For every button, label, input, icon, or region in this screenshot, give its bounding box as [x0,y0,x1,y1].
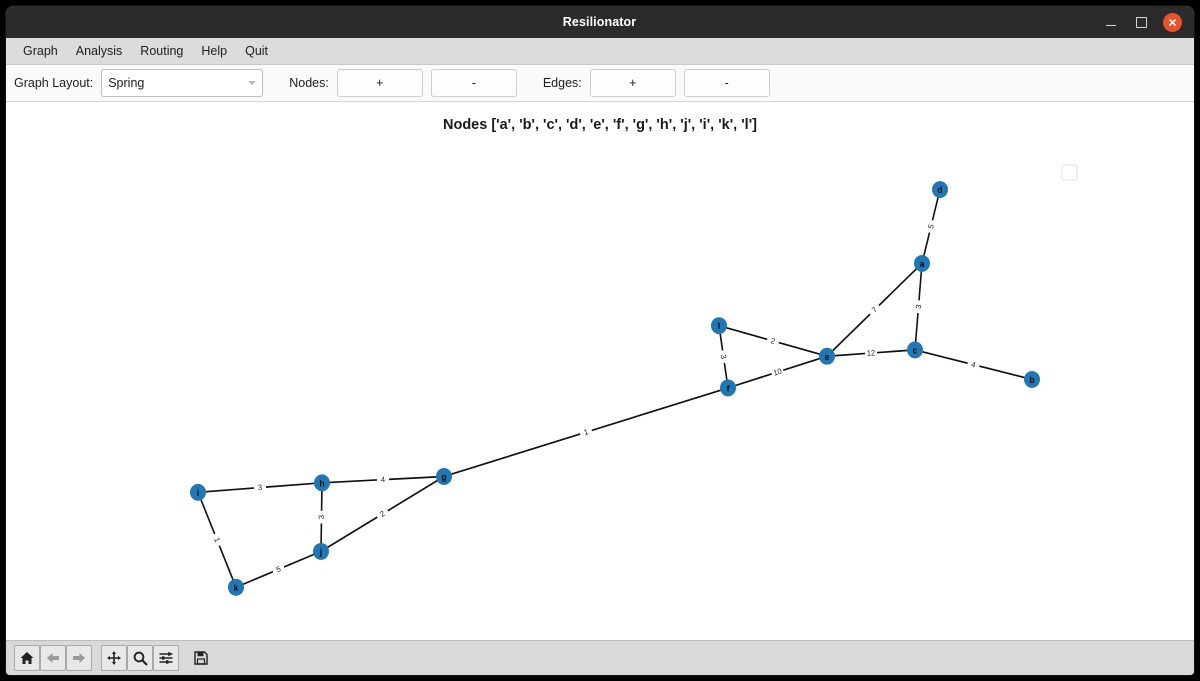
edge-label-group: 4 [376,473,390,486]
edge-label-group: 2 [765,333,781,349]
edge-weight-label: 3 [914,304,923,309]
back-arrow-icon[interactable] [40,645,66,671]
maximize-icon[interactable] [1133,14,1149,30]
configure-subplots-icon[interactable] [153,645,179,671]
node-label: g [441,472,446,482]
node-label: j [319,547,322,557]
graph-layout-value: Spring [108,76,145,90]
application-window: Resilionator Graph Analysis Routing Help… [6,6,1194,675]
edge-label-group: 3 [912,299,925,314]
window-title: Resilionator [562,15,637,29]
node-label: e [825,352,830,362]
graph-node[interactable]: j [313,542,329,560]
node-label: d [937,185,942,195]
menu-item-graph[interactable]: Graph [14,41,67,61]
graph-node[interactable]: f [720,379,736,397]
close-icon[interactable] [1163,12,1182,32]
menu-item-analysis[interactable]: Analysis [67,41,132,61]
edge-layer [197,188,1033,589]
edge-label-group: 2 [374,505,391,523]
zoom-icon[interactable] [127,645,153,671]
graph-canvas[interactable]: Nodes ['a', 'b', 'c', 'd', 'e', 'f', 'g'… [6,102,1194,640]
controls-toolbar: Graph Layout: Spring Nodes: + - Edges: +… [6,65,1194,102]
edge-label-group: 5 [924,218,938,235]
menu-item-routing[interactable]: Routing [131,41,192,61]
close-x-glyph [1169,18,1176,26]
edge-label-group: 1 [209,531,225,548]
menu-item-quit[interactable]: Quit [236,41,277,61]
graph-node[interactable]: b [1024,371,1040,388]
node-layer: a b c d e f g h i j k l [190,181,1040,596]
graph-layout-label: Graph Layout: [14,76,94,90]
graph-layout-select[interactable]: Spring [101,69,264,97]
screen: Resilionator Graph Analysis Routing Help… [0,0,1200,681]
node-label: c [913,345,918,355]
graph-node[interactable]: c [907,341,923,359]
title-bar: Resilionator [6,6,1194,38]
window-controls [1103,12,1194,32]
menu-bar: Graph Analysis Routing Help Quit [6,38,1194,65]
graph-node[interactable]: d [932,181,948,198]
node-label: f [727,383,730,393]
menu-item-help[interactable]: Help [192,41,236,61]
graph-node[interactable]: i [190,483,206,501]
edge-weight-label: 3 [258,483,263,493]
node-label: a [920,259,925,269]
edge-label-group: 12 [864,346,878,360]
edge-weight-label: 12 [867,348,876,358]
save-icon[interactable] [188,645,214,671]
node-label: h [319,478,324,488]
edge-label-group: 10 [770,364,785,380]
pan-icon[interactable] [101,645,127,671]
forward-arrow-icon[interactable] [66,645,92,671]
edge-label-layer: 53712423101423315 [209,218,981,578]
graph-node[interactable]: h [314,474,330,492]
network-graph: 53712423101423315 abcdefghijkl [190,181,1040,596]
node-label: l [718,321,720,331]
graph-node[interactable]: k [228,578,244,596]
add-edge-button[interactable]: + [589,69,676,97]
chevron-down-icon [248,81,257,85]
home-icon[interactable] [14,645,40,671]
edge-label-group: 3 [315,510,328,524]
add-node-button[interactable]: + [336,69,423,97]
remove-edge-button[interactable]: - [683,69,770,97]
nodes-label: Nodes: [289,76,329,90]
node-label: b [1029,375,1034,385]
edge-label-group: 3 [717,349,730,364]
edge-weight-label: 3 [317,515,326,520]
graph-node[interactable]: g [436,468,452,485]
edge-label-group: 1 [578,424,594,440]
edges-label: Edges: [542,76,582,90]
graph-node[interactable]: a [914,254,930,272]
graph-node[interactable]: e [819,347,835,365]
node-label: i [197,488,199,498]
edge-label-group: 4 [966,357,981,372]
node-label: k [234,583,239,593]
remove-node-button[interactable]: - [430,69,517,97]
edge-label-group: 3 [253,481,267,494]
figure-nav-toolbar [6,640,1194,675]
edge-label-group: 5 [270,561,287,578]
graph-node[interactable]: l [711,317,727,335]
minimize-icon[interactable] [1103,14,1119,30]
